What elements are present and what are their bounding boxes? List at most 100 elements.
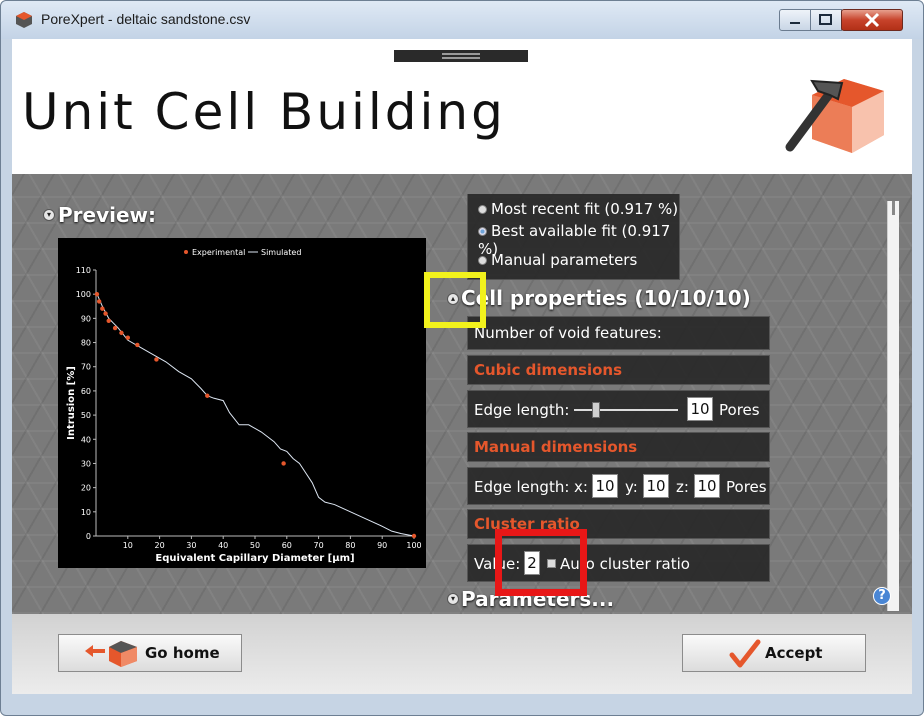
simulated-series-line [95,291,415,537]
x-axis-title: Equivalent Capillary Diameter [µm] [155,553,354,564]
cell-properties-title: Cell properties (10/10/10) [461,286,751,310]
close-button[interactable] [841,9,903,31]
x-tick-label: 100 [406,541,421,550]
scrollbar-thumb[interactable] [892,201,895,215]
y-tick-label: 20 [81,484,91,493]
window-title: PoreXpert - deltaic sandstone.csv [41,11,251,27]
y-tick-label: 10 [81,508,91,517]
parameters-expand-icon[interactable]: ▾ [447,593,459,605]
go-home-label: Go home [145,644,220,662]
x-tick-label: 10 [123,541,133,550]
fit-option-label: Most recent fit (0.917 %) [491,200,679,218]
x-tick-label: 30 [186,541,196,550]
experimental-data-point [112,325,118,331]
legend-experimental-marker [184,250,188,254]
accept-button[interactable]: Accept [682,634,866,672]
x-dimension-input[interactable]: 10 [592,474,618,498]
experimental-data-point [411,533,417,539]
grip-line [442,53,480,55]
page-title: Unit Cell Building [22,83,506,141]
y-tick-label: 70 [81,363,91,372]
radio-icon [478,205,487,214]
edge-length-label: Edge length: [474,401,570,419]
preview-chart: 0 10 20 30 40 50 60 70 80 90 100 110 10 20 30 40 50 60 70 8… [58,238,426,568]
y-tick-label: 0 [86,532,91,541]
drag-grip[interactable] [394,50,528,62]
maximize-button[interactable] [810,9,842,31]
experimental-data-point [281,461,286,466]
experimental-data-point [135,342,140,348]
manual-parameters-option[interactable]: Manual parameters [478,251,637,269]
accept-label: Accept [765,644,823,662]
y-dimension-input[interactable]: 10 [643,474,669,498]
legend-simulated-label: Simulated [261,248,301,257]
y-tick-label: 60 [81,387,91,396]
x-tick-label: 50 [250,541,260,550]
app-window: PoreXpert - deltaic sandstone.csv Unit C… [0,0,924,716]
minimize-button[interactable] [779,9,811,31]
x-tick-label: 60 [282,541,292,550]
x-tick-label: 70 [314,541,324,550]
edge-length-input[interactable]: 10 [687,397,713,421]
title-bar: PoreXpert - deltaic sandstone.csv [1,1,923,39]
x-tick-label: 80 [345,541,355,550]
x-tick-label: 20 [155,541,165,550]
experimental-data-point [154,357,159,362]
y-tick-label: 90 [81,314,91,323]
app-icon [16,12,32,28]
minimize-icon [790,22,800,24]
y-tick-label: 110 [76,266,91,275]
preview-title: Preview: [58,203,157,227]
experimental-data-point [103,311,108,316]
fit-options-panel: Most recent fit (0.917 %) Best available… [467,194,680,280]
highlight-yellow-box [424,272,486,328]
radio-icon [478,256,487,265]
experimental-data-point [119,330,124,336]
intrusion-chart: 0 10 20 30 40 50 60 70 80 90 100 110 10 20 30 40 50 60 70 8… [66,248,422,564]
y-tick-label: 80 [81,339,91,348]
experimental-data-point [100,306,105,311]
cubic-dimensions-header: Cubic dimensions [467,355,770,385]
cubic-edge-row: Edge length: 10 Pores [467,390,770,428]
y-tick-label: 50 [81,411,91,420]
y-tick-label: 100 [76,290,91,299]
z-dimension-input[interactable]: 10 [694,474,720,498]
manual-pores-label: Pores [726,478,767,496]
experimental-data-point [205,393,210,398]
y-tick-label: 30 [81,459,91,468]
manual-dimensions-label: Manual dimensions [474,438,638,456]
manual-edge-row: Edge length: x: 10 y: 10 z: 10 Pores [467,467,770,505]
hammer-cube-logo [785,79,884,153]
z-label: z: [676,478,689,496]
slider-thumb[interactable] [592,402,600,418]
most-recent-fit-option[interactable]: Most recent fit (0.917 %) [478,200,678,218]
legend-experimental-label: Experimental [192,248,245,257]
edge-length-slider[interactable] [574,402,678,418]
close-icon [864,12,880,28]
y-label: y: [625,478,638,496]
vertical-scrollbar[interactable] [887,201,899,611]
y-axis-title: Intrusion [%] [66,366,77,440]
x-tick-label: 40 [218,541,228,550]
y-tick-label: 40 [81,435,91,444]
radio-selected-icon [478,227,487,236]
manual-edge-length-label: Edge length: [474,478,570,496]
fit-option-label: Manual parameters [491,251,638,269]
void-features-row: Number of void features: [467,316,770,350]
content-area: ▾ Preview: 0 10 20 30 40 50 60 70 80 90 100 110 10 20… [12,174,912,614]
x-label: x: [574,478,588,496]
help-icon[interactable]: ? [873,587,891,605]
pores-label: Pores [719,401,760,419]
void-features-label: Number of void features: [474,324,662,342]
client-area: Unit Cell Building ▾ Preview: 0 10 20 30 40 5… [12,39,912,694]
page-header: Unit Cell Building [12,39,912,174]
experimental-data-point [94,291,100,297]
footer-bar: Go home Accept [12,614,912,694]
preview-collapse-icon[interactable]: ▾ [43,209,55,221]
go-home-button[interactable]: Go home [58,634,242,672]
x-tick-label: 90 [377,541,387,550]
experimental-data-point [125,335,130,340]
grip-line [442,57,480,59]
maximize-icon [819,14,832,25]
checkmark-icon [729,639,761,668]
